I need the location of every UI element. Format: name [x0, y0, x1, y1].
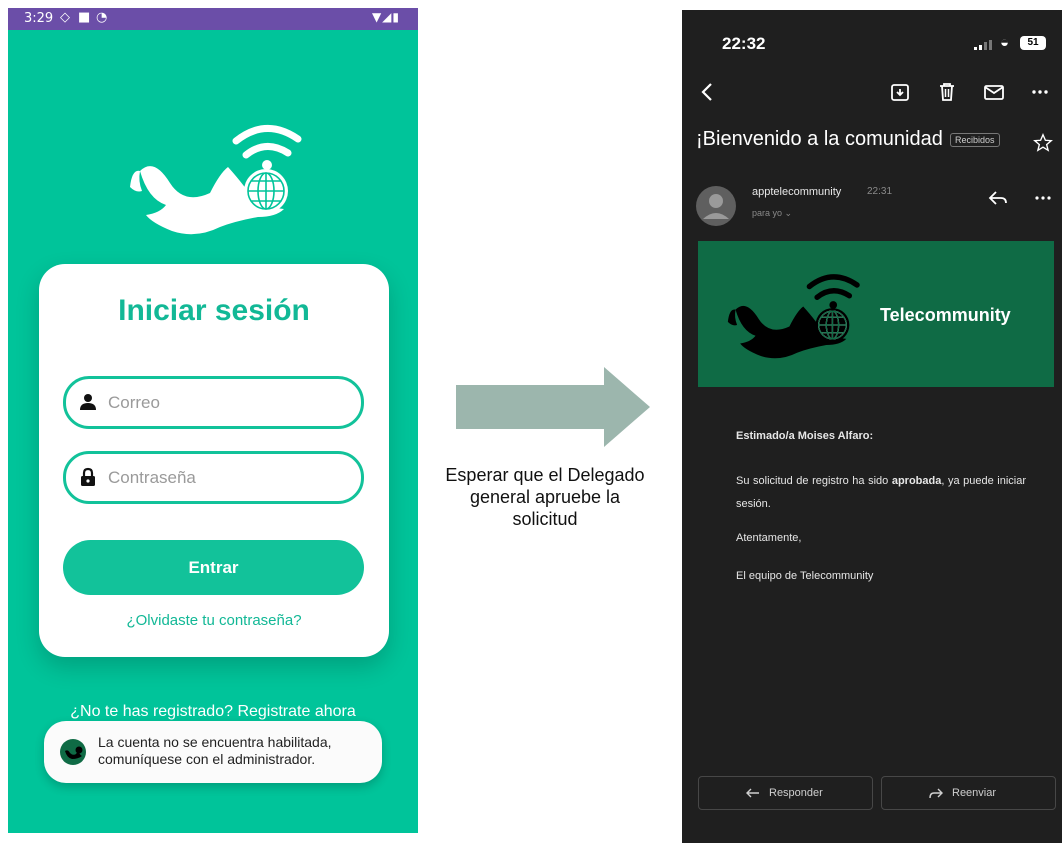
forgot-password-link[interactable]: ¿Olvidaste tu contraseña? [39, 612, 389, 629]
sd-card-icon: ■ [78, 10, 91, 25]
app-logo-icon [60, 739, 86, 765]
telecommunity-logo [126, 113, 306, 243]
forward-label: Reenviar [952, 787, 997, 799]
login-screen: 3:29 ◇ ■ ◔ ▼◢▮ Iniciar sesión Correo Con… [8, 8, 418, 833]
battery-indicator: 51 [1020, 36, 1046, 50]
password-placeholder: Contraseña [108, 468, 196, 487]
login-title: Iniciar sesión [118, 294, 310, 327]
signoff: Atentamente, [736, 532, 802, 544]
recipient-label: para yo [752, 208, 783, 218]
trash-icon[interactable] [935, 80, 959, 104]
sender-name: apptelecommunity [752, 186, 842, 198]
message-emphasis: aprobada [891, 475, 942, 487]
recipient-dropdown[interactable]: para yo ⌄ [752, 208, 792, 219]
more-icon[interactable] [1032, 190, 1054, 206]
reply-icon[interactable] [987, 188, 1009, 208]
sync-icon: ◔ [96, 10, 108, 25]
reply-button[interactable]: Responder [698, 776, 873, 810]
reply-label: Responder [769, 787, 823, 799]
status-time: 22:32 [722, 34, 766, 53]
arrow-caption: Esperar que el Delegado general apruebe … [445, 465, 645, 529]
wifi-icon: ◒ [1000, 34, 1010, 51]
login-card: Iniciar sesión Correo Contraseña Entrar … [39, 264, 389, 657]
signal-battery-icon: ▼◢▮ [371, 10, 400, 24]
toast-message: La cuenta no se encuentra habilitada, co… [98, 734, 332, 767]
telecommunity-logo [724, 265, 864, 365]
account-disabled-toast: La cuenta no se encuentra habilitada, co… [44, 721, 382, 783]
email-subject: ¡Bienvenido a la comunidad [696, 128, 943, 150]
mail-icon[interactable] [982, 80, 1006, 104]
folder-badge[interactable]: Recibidos [950, 133, 1000, 147]
archive-icon[interactable] [888, 80, 912, 104]
more-icon[interactable] [1028, 80, 1052, 104]
vpn-icon: ◇ [60, 10, 70, 25]
greeting: Estimado/a Moises Alfaro: [736, 430, 874, 442]
register-link[interactable]: ¿No te has registrado? Registrate ahora [8, 703, 418, 721]
status-bar: 3:29 ◇ ■ ◔ ▼◢▮ [8, 8, 418, 30]
email-banner: Telecommunity [698, 241, 1054, 387]
avatar [696, 186, 736, 226]
signature: El equipo de Telecommunity [736, 570, 874, 582]
lock-icon [81, 467, 95, 486]
back-icon[interactable] [696, 80, 720, 104]
approval-message: Su solicitud de registro ha sido aprobad… [736, 470, 1026, 516]
email-placeholder: Correo [108, 393, 160, 412]
status-time: 3:29 [24, 11, 54, 26]
password-field[interactable]: Contraseña [63, 451, 364, 504]
reply-icon [746, 788, 759, 798]
star-icon[interactable] [1032, 132, 1054, 154]
chevron-down-icon: ⌄ [784, 208, 793, 218]
person-icon [80, 394, 96, 410]
banner-title: Telecommunity [880, 305, 1011, 325]
email-field[interactable]: Correo [63, 376, 364, 429]
status-indicators: ◒ 51 [966, 34, 1046, 52]
sent-time: 22:31 [867, 186, 893, 197]
signal-icon [974, 40, 992, 50]
message-text: Su solicitud de registro ha sido [736, 475, 892, 487]
forward-icon [929, 788, 943, 799]
forward-button[interactable]: Reenviar [881, 776, 1056, 810]
email-screen: 22:32 ◒ 51 ¡Bienvenido a la comunidad Re… [682, 10, 1062, 843]
login-button[interactable]: Entrar [63, 540, 364, 595]
flow-arrow-icon [456, 367, 650, 447]
